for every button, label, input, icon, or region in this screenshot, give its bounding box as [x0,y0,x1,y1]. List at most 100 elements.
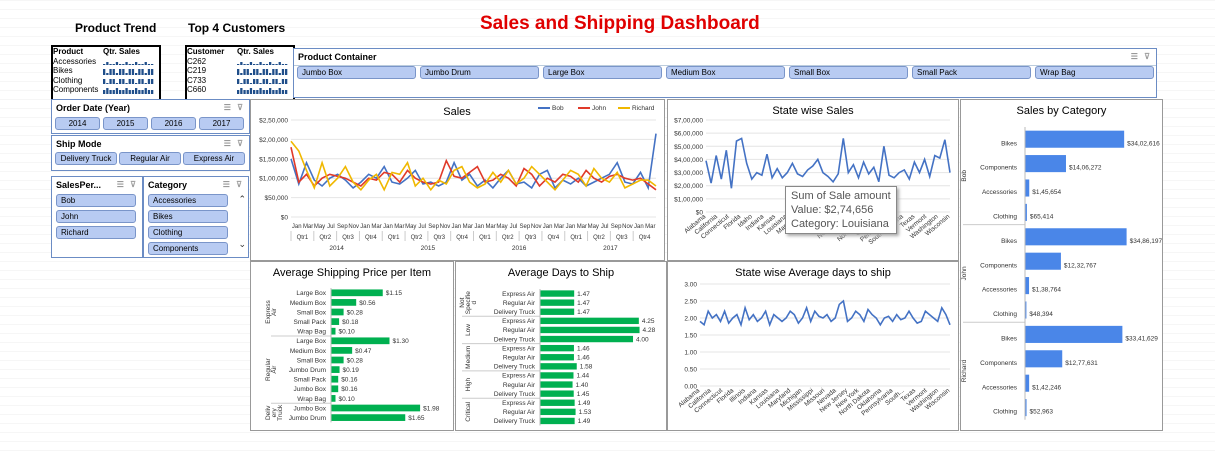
slicer-item-jumbo-drum[interactable]: Jumbo Drum [420,66,539,79]
bar [331,318,340,325]
data-label: $1.15 [386,290,403,297]
spark-bar [122,79,125,85]
spark-bar [256,89,259,94]
order-date-title: Order Date (Year) [56,103,131,113]
category-label: Components [980,360,1018,367]
sparkline [237,79,288,85]
month-label: Jan [566,224,576,230]
scroll-down-icon[interactable]: ⌄ [238,239,246,250]
quarter-label: Qtr3 [433,235,445,241]
quarter-label: Qtr1 [479,235,491,241]
spark-bar [272,89,275,94]
group-label: Low [465,324,472,336]
slicer-item-regular-air[interactable]: Regular Air [119,152,181,165]
slicer-item-large-box[interactable]: Large Box [543,66,662,79]
data-label: $0.10 [339,396,356,403]
mini-row: C660 [187,85,293,95]
data-label: $12,32,767 [1064,262,1097,269]
category-label: Accessories [982,189,1018,196]
bar [540,335,634,343]
spark-bar [122,68,125,75]
state-sales-line-chart: State wise Sales$0$1,00,000$2,00,000$3,0… [674,105,951,246]
bar [331,414,406,421]
filter-clear-icon[interactable]: ☰ ⊽ [1131,52,1152,62]
mini-row: Clothing [53,76,159,86]
spark-bar [115,83,119,85]
month-label: Nov [348,224,359,230]
filter-clear-icon[interactable]: ☰ ⊽ [117,180,138,190]
filter-clear-icon[interactable]: ☰ ⊽ [224,103,245,113]
group-label: High [465,377,472,391]
chart-title: Average Shipping Price per Item [273,267,431,279]
slicer-item-jumbo-box[interactable]: Jumbo Box [297,66,416,79]
slicer-item-bob[interactable]: Bob [56,194,136,207]
slicer-item-express-air[interactable]: Express Air [183,152,245,165]
bar [331,337,390,345]
slicer-item-medium-box[interactable]: Medium Box [666,66,785,79]
bar [331,385,339,393]
spark-bar [151,68,154,75]
quarter-label: Qtr4 [456,235,468,241]
sparkline [103,62,154,66]
spark-bar [147,68,151,75]
month-label: May [314,224,325,230]
slicer-item-delivery-truck[interactable]: Delivery Truck [55,152,117,165]
bar [1025,179,1030,197]
mini-row: Accessories [53,57,159,67]
quarter-label: Qtr2 [319,235,331,241]
data-label: $1.98 [423,405,440,412]
data-label: 1.47 [577,309,590,316]
spark-bar [109,64,112,66]
slicer-item-2015[interactable]: 2015 [103,117,148,130]
spark-bar [144,72,147,75]
slicer-item-john[interactable]: John [56,210,136,223]
slicer-item-small-pack[interactable]: Small Pack [912,66,1031,79]
filter-clear-icon[interactable]: ☰ ⊽ [224,139,245,149]
scroll-up-icon[interactable]: ⌃ [238,194,246,205]
bar [331,347,353,354]
bar [540,381,573,388]
slicer-item-2016[interactable]: 2016 [151,117,196,130]
spark-bar [103,89,106,94]
tooltip-line-2: Value: $2,74,656 [791,204,874,216]
slicer-item-small-box[interactable]: Small Box [789,66,908,79]
y-tick-label: 0.50 [684,367,697,374]
product-trend-header: Product Trend [75,21,157,35]
spark-bar [281,64,285,66]
spark-bar [253,64,256,66]
spark-bar [256,79,259,85]
spark-bar [262,64,265,66]
spark-bar [249,62,253,66]
spark-bar [141,89,144,94]
month-label: Mar [645,224,655,230]
ship-mode-slicer: Ship Mode ☰ ⊽ Delivery Truck Regular Air Ex… [51,135,250,171]
spark-bar [109,79,112,85]
mini-row-label: C262 [187,56,207,66]
category-label: Medium Box [290,300,327,307]
year-label: 2015 [421,245,436,252]
slicer-item-2014[interactable]: 2014 [55,117,100,130]
month-label: Jan [360,224,370,230]
slicer-item-richard[interactable]: Richard [56,226,136,239]
spark-bar [269,83,272,85]
spark-bar [119,68,122,75]
bar [1025,325,1123,343]
slicer-item-accessories[interactable]: Accessories [148,194,228,207]
slicer-item-clothing[interactable]: Clothing [148,226,228,239]
spark-bar [256,68,259,75]
bar [1025,130,1125,148]
month-label: Sep [337,224,348,230]
spark-bar [285,89,288,94]
y-tick-label: 2.00 [684,316,697,323]
spark-bar [272,64,275,66]
slicer-item-wrap-bag[interactable]: Wrap Bag [1035,66,1154,79]
data-label: $12,77,631 [1065,360,1098,367]
month-label: Mar [577,224,587,230]
quarter-label: Qtr4 [548,235,560,241]
filter-clear-icon[interactable]: ☰ ⊽ [223,180,244,190]
days-ship-panel: Average Days to Ship Express Air 1.47 Regul… [455,261,667,431]
spark-bar [246,64,249,66]
slicer-item-2017[interactable]: 2017 [199,117,244,130]
slicer-item-components[interactable]: Components [148,242,228,255]
slicer-item-bikes[interactable]: Bikes [148,210,228,223]
